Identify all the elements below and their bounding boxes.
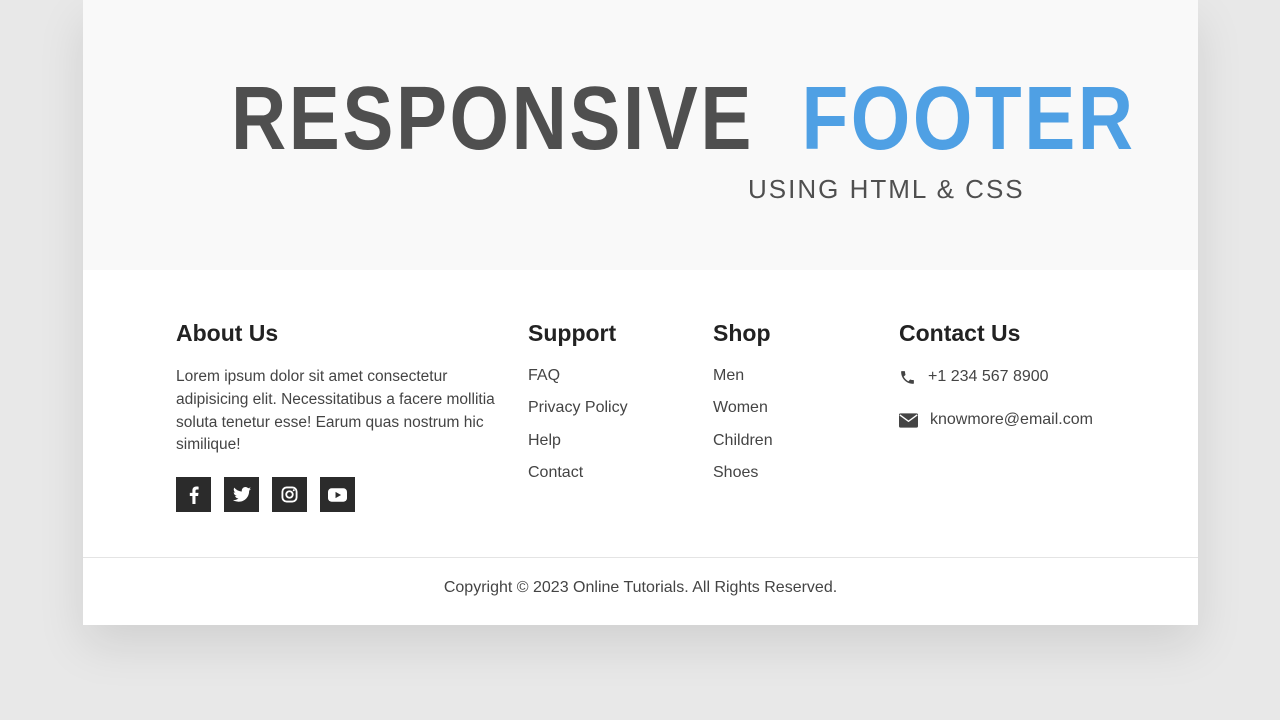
contact-phone: +1 234 567 8900	[928, 368, 1049, 385]
twitter-icon	[232, 487, 251, 502]
about-column: About Us Lorem ipsum dolor sit amet cons…	[176, 318, 496, 513]
hero-title: RESPONSIVE FOOTER	[231, 64, 1136, 174]
youtube-icon	[328, 487, 347, 502]
facebook-icon	[189, 486, 199, 504]
hero-subtitle: USING HTML & CSS	[748, 174, 1025, 204]
about-heading: About Us	[176, 320, 279, 346]
footer-divider	[83, 557, 1198, 558]
shop-links: Men Women Children Shoes	[713, 366, 773, 495]
contact-email-row[interactable]: knowmore@email.com	[899, 411, 1093, 429]
support-column: Support FAQ Privacy Policy Help Contact	[528, 318, 628, 495]
support-link-privacy-policy[interactable]: Privacy Policy	[528, 398, 628, 430]
envelope-icon	[899, 412, 918, 428]
shop-link-men[interactable]: Men	[713, 366, 773, 398]
hero-banner: RESPONSIVE FOOTER USING HTML & CSS	[83, 0, 1198, 270]
contact-email: knowmore@email.com	[930, 411, 1093, 428]
social-links	[176, 477, 496, 513]
support-link-contact[interactable]: Contact	[528, 463, 628, 495]
hero-title-part1: RESPONSIVE	[231, 69, 754, 169]
copyright-text: Copyright © 2023 Online Tutorials. All R…	[443, 579, 838, 596]
shop-link-shoes[interactable]: Shoes	[713, 463, 773, 495]
shop-column: Shop Men Women Children Shoes	[713, 318, 773, 495]
contact-phone-row[interactable]: +1 234 567 8900	[899, 368, 1093, 386]
page-card: RESPONSIVE FOOTER USING HTML & CSS About…	[83, 0, 1198, 625]
support-links: FAQ Privacy Policy Help Contact	[528, 366, 628, 495]
support-link-faq[interactable]: FAQ	[528, 366, 628, 398]
instagram-link[interactable]	[272, 477, 307, 513]
instagram-icon	[281, 486, 298, 503]
shop-heading: Shop	[713, 320, 771, 346]
hero-title-part2: FOOTER	[801, 69, 1136, 169]
shop-link-women[interactable]: Women	[713, 398, 773, 430]
twitter-link[interactable]	[224, 477, 259, 513]
shop-link-children[interactable]: Children	[713, 431, 773, 463]
phone-icon	[901, 370, 914, 384]
about-text: Lorem ipsum dolor sit amet consectetur a…	[176, 368, 495, 454]
support-link-help[interactable]: Help	[528, 431, 628, 463]
youtube-link[interactable]	[320, 477, 355, 513]
support-heading: Support	[528, 320, 617, 346]
contact-heading: Contact Us	[899, 320, 1021, 346]
contact-column: Contact Us +1 234 567 8900 knowmore@emai…	[899, 318, 1093, 429]
facebook-link[interactable]	[176, 477, 211, 513]
